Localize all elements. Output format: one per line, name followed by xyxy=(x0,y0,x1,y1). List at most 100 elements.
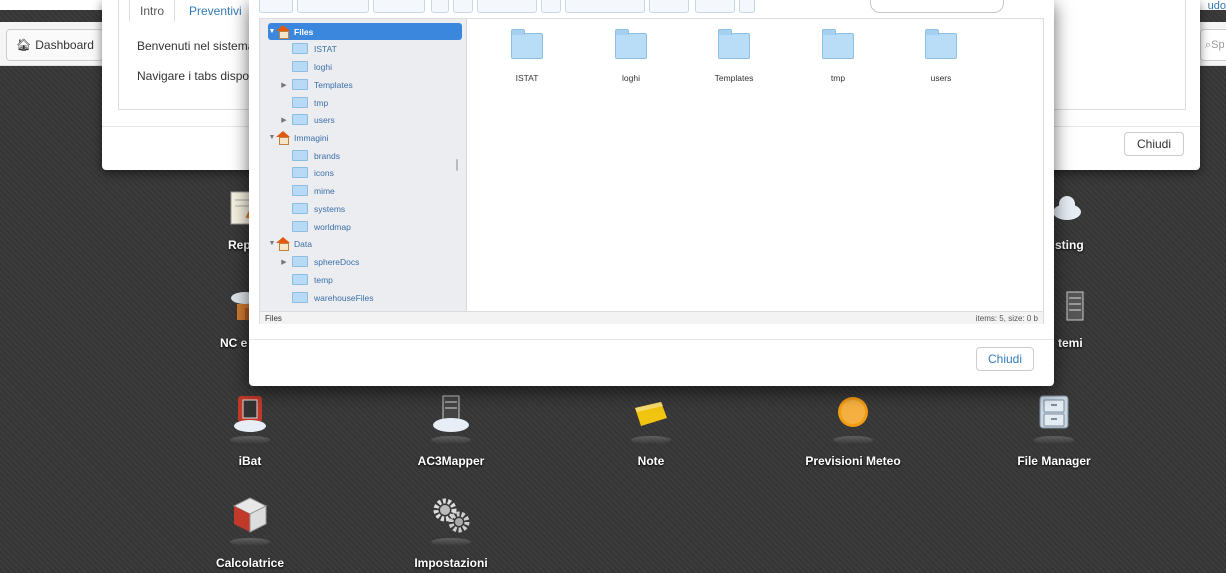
dashboard-button[interactable]: 🏠︎ Dashboard xyxy=(6,29,104,61)
app-impostazioni[interactable]: Impostazioni xyxy=(386,496,516,570)
folder-icon xyxy=(511,29,543,59)
tree-label: tmp xyxy=(314,97,329,108)
folder-icon xyxy=(292,43,308,54)
info-button[interactable] xyxy=(431,0,449,13)
icon-reflection xyxy=(431,436,471,444)
tree-item-temp[interactable]: temp xyxy=(292,271,333,288)
app-label: sting xyxy=(1055,238,1084,252)
folder-icon xyxy=(292,274,308,285)
tree-item-brands[interactable]: brands xyxy=(292,147,340,164)
tree-item-templates[interactable]: ▶ Templates xyxy=(280,76,353,93)
app-label: Note xyxy=(637,454,665,468)
tree-item-files[interactable]: ▼ Files xyxy=(268,23,462,40)
folder-icon xyxy=(615,29,647,59)
file-manager-modal: ▼ Files ISTAT loghi ▶ Templates tmp ▶ us… xyxy=(249,0,1054,386)
tree-label: worldmap xyxy=(314,221,351,232)
status-path: Files xyxy=(265,314,282,323)
home-icon xyxy=(276,237,290,251)
app-ac3mapper[interactable]: AC3Mapper xyxy=(386,394,516,468)
file-cabinet-icon xyxy=(1034,394,1074,434)
home-icon xyxy=(276,131,290,145)
tree-item-systems[interactable]: systems xyxy=(292,200,345,217)
back-forward-button[interactable] xyxy=(259,0,293,13)
rename-button[interactable] xyxy=(541,0,561,13)
tree-scrollbar[interactable] xyxy=(456,159,458,171)
file-item-loghi[interactable]: loghi xyxy=(591,29,671,83)
view-buttons[interactable] xyxy=(373,0,425,13)
tree-item-icons[interactable]: icons xyxy=(292,164,334,181)
tree-label: warehouseFiles xyxy=(314,292,374,303)
search-input[interactable]: ⌕ Sp xyxy=(1200,29,1226,61)
icon-reflection xyxy=(1034,436,1074,444)
tree-item-istat[interactable]: ISTAT xyxy=(292,40,337,57)
tree-label: temp xyxy=(314,274,333,285)
tree-label: systems xyxy=(314,203,346,214)
file-manager-body: ▼ Files ISTAT loghi ▶ Templates tmp ▶ us… xyxy=(259,18,1044,324)
tree-item-warehousefiles[interactable]: warehouseFiles xyxy=(292,289,374,306)
folder-icon xyxy=(822,29,854,59)
folder-icon xyxy=(292,97,308,108)
edit-buttons[interactable] xyxy=(477,0,537,13)
tree-item-users[interactable]: ▶ users xyxy=(280,111,335,128)
reload-button[interactable] xyxy=(453,0,473,13)
folder-icon xyxy=(292,61,308,72)
tree-label: Files xyxy=(294,26,314,37)
app-label: Calcolatrice xyxy=(215,556,285,570)
search-placeholder: Sp xyxy=(1211,39,1225,51)
sun-icon xyxy=(833,394,873,434)
tree-label: loghi xyxy=(314,61,332,72)
app-label: iBat xyxy=(238,454,262,468)
tree-item-worldmap[interactable]: worldmap xyxy=(292,218,351,235)
tab-preventivi[interactable]: Preventivi xyxy=(179,0,252,22)
tree-label: Templates xyxy=(314,79,353,90)
tree-label: brands xyxy=(314,150,340,161)
file-search-input[interactable] xyxy=(870,0,1004,13)
tree-item-mime[interactable]: mime xyxy=(292,182,335,199)
file-item-templates[interactable]: Templates xyxy=(694,29,774,83)
app-calcolatrice[interactable]: Calcolatrice xyxy=(185,496,315,570)
app-note[interactable]: Note xyxy=(586,394,716,468)
search-buttons[interactable] xyxy=(649,0,689,13)
view-mode-buttons[interactable] xyxy=(695,0,735,13)
folder-icon xyxy=(292,79,308,90)
file-item-istat[interactable]: ISTAT xyxy=(487,29,567,83)
collapsed-arrow-icon[interactable]: ▶ xyxy=(280,258,288,266)
tab-intro[interactable]: Intro xyxy=(129,0,176,22)
tree-item-immagini[interactable]: ▼ Immagini xyxy=(268,129,328,146)
folder-icon xyxy=(925,29,957,59)
server-cloud-icon xyxy=(431,394,471,434)
expanded-arrow-icon[interactable]: ▼ xyxy=(268,134,276,141)
file-manager-toolbar xyxy=(259,0,1044,14)
upload-buttons[interactable] xyxy=(297,0,369,13)
tree-item-tmp[interactable]: tmp xyxy=(292,94,328,111)
help-button[interactable] xyxy=(739,0,755,13)
file-item-users[interactable]: users xyxy=(901,29,981,83)
expanded-arrow-icon[interactable]: ▼ xyxy=(268,240,276,247)
app-previsioni-meteo[interactable]: Previsioni Meteo xyxy=(788,394,918,468)
folder-icon xyxy=(292,114,308,125)
tree-item-spheredocs[interactable]: ▶ sphereDocs xyxy=(280,253,359,270)
calculator-cube-icon xyxy=(230,496,270,536)
icon-reflection xyxy=(230,436,270,444)
app-file-manager[interactable]: File Manager xyxy=(989,394,1119,468)
icon-reflection xyxy=(431,538,471,546)
collapsed-arrow-icon[interactable]: ▶ xyxy=(280,116,288,124)
app-label: File Manager xyxy=(1017,454,1091,468)
navigate-text: Navigare i tabs dispor xyxy=(137,69,254,83)
tree-item-loghi[interactable]: loghi xyxy=(292,58,332,75)
app-ibat[interactable]: iBat xyxy=(185,394,315,468)
close-button[interactable]: Chiudi xyxy=(1124,132,1184,156)
top-right-link[interactable]: udo xyxy=(1208,0,1226,12)
archive-buttons[interactable] xyxy=(565,0,645,13)
folder-icon xyxy=(292,150,308,161)
collapsed-arrow-icon[interactable]: ▶ xyxy=(280,81,288,89)
close-button[interactable]: Chiudi xyxy=(976,347,1034,371)
folder-icon xyxy=(292,203,308,214)
file-item-tmp[interactable]: tmp xyxy=(798,29,878,83)
server-cloud-red-icon xyxy=(230,394,270,434)
folder-icon xyxy=(292,256,308,267)
file-item-name: users xyxy=(930,73,952,83)
tree-item-data[interactable]: ▼ Data xyxy=(268,235,312,252)
modal-footer-divider xyxy=(249,339,1054,340)
dashboard-label: Dashboard xyxy=(35,38,94,52)
